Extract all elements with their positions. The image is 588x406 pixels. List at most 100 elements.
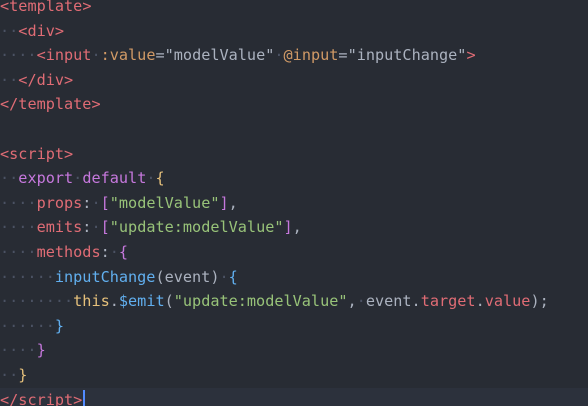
code-token: [: [100, 193, 110, 212]
code-token: event: [365, 292, 412, 311]
code-line[interactable]: ····props:·["modelValue"],: [0, 191, 588, 216]
code-token: "update:modelValue": [109, 218, 284, 237]
code-line[interactable]: ······inputChange(event)·{: [0, 265, 588, 290]
code-line[interactable]: </script>: [0, 387, 588, 406]
indent-guide: ·: [91, 218, 101, 237]
indent-guide: ····: [0, 341, 37, 360]
indent-guide: ········: [0, 292, 74, 311]
code-token: inputChange: [54, 267, 156, 286]
code-token: >: [91, 95, 101, 114]
indent-guide: ·: [274, 46, 284, 65]
code-line[interactable]: ······}: [0, 314, 588, 339]
code-token: export: [18, 169, 74, 188]
code-token: <: [0, 144, 10, 163]
indent-guide: ····: [0, 218, 37, 237]
code-token: script: [18, 390, 74, 406]
indent-guide: ·: [91, 46, 101, 65]
indent-guide: ·: [109, 243, 119, 261]
code-token: ]: [219, 193, 229, 212]
code-token: {: [118, 243, 129, 261]
code-token: (: [164, 292, 174, 311]
code-editor[interactable]: <template> ··<div> ····<input·:value="mode…: [0, 0, 588, 406]
code-token: ]: [283, 218, 293, 237]
indent-guide: ····: [0, 243, 37, 261]
indent-guide: ······: [0, 267, 55, 286]
code-line[interactable]: <template>: [0, 0, 588, 19]
code-token: </: [0, 390, 19, 406]
code-token: >: [64, 70, 74, 89]
text-cursor: [83, 390, 86, 406]
code-token: }: [54, 316, 65, 335]
code-token: div: [36, 70, 65, 89]
code-token: .: [109, 292, 119, 311]
code-token: input: [45, 46, 92, 65]
code-token: <: [0, 0, 10, 15]
code-token: >: [82, 0, 92, 15]
code-token: methods: [36, 243, 101, 261]
code-token: div: [27, 21, 55, 40]
code-token: value: [484, 292, 531, 311]
code-token: >: [64, 144, 74, 163]
code-token: default: [82, 169, 147, 188]
code-line[interactable]: ····}: [0, 338, 588, 363]
code-line[interactable]: ····methods:·{: [0, 240, 588, 265]
code-token: script: [9, 144, 65, 163]
code-line[interactable]: ··</div>: [0, 68, 588, 93]
code-token: "inputChange": [347, 46, 467, 65]
code-token: </: [0, 95, 19, 114]
code-token: props: [36, 193, 83, 212]
code-line[interactable]: ··export·default·{: [0, 166, 588, 191]
code-line[interactable]: [0, 117, 588, 142]
code-token: >: [54, 21, 65, 40]
code-line[interactable]: </template>: [0, 92, 588, 117]
code-token: (event): [155, 267, 220, 286]
indent-guide: ··: [0, 169, 19, 188]
indent-guide: ····: [0, 193, 37, 212]
code-line[interactable]: ··}: [0, 363, 588, 388]
indent-guide: ·: [356, 292, 366, 311]
indent-guide: ··: [0, 70, 19, 89]
code-token: {: [155, 169, 165, 188]
code-token: target: [420, 292, 476, 311]
code-token: ,: [228, 193, 238, 212]
code-token: =: [155, 46, 165, 65]
indent-guide: ·: [91, 193, 101, 212]
indent-guide: ····: [0, 46, 37, 65]
code-token: "update:modelValue": [173, 292, 348, 311]
indent-guide: ·: [73, 169, 83, 188]
code-token: @input: [283, 46, 339, 65]
code-token: this: [73, 292, 110, 311]
code-token: {: [228, 267, 238, 286]
code-token: "modelValue": [164, 46, 275, 65]
code-token: >: [73, 390, 83, 406]
code-token: }: [36, 341, 46, 360]
code-token: $emit: [118, 292, 165, 311]
code-token: .: [411, 292, 421, 311]
code-token: ,: [292, 218, 302, 237]
indent-guide: ·: [219, 267, 229, 286]
code-token: }: [18, 366, 28, 384]
code-token: template: [9, 0, 83, 15]
code-token: emits: [36, 218, 83, 237]
code-token: template: [18, 95, 92, 114]
code-line[interactable]: ········this.$emit("update:modelValue",·…: [0, 289, 588, 314]
code-token: );: [530, 292, 549, 311]
code-token: :: [100, 243, 110, 261]
indent-guide: ··: [0, 366, 19, 384]
code-token: [: [100, 218, 110, 237]
code-token: <: [36, 46, 46, 65]
code-token: >: [466, 46, 476, 65]
indent-guide: ··: [0, 21, 19, 40]
code-line[interactable]: ····<input·:value="modelValue"·@input="i…: [0, 43, 588, 68]
code-line[interactable]: ····emits:·["update:modelValue"],: [0, 215, 588, 240]
code-token: =: [338, 46, 348, 65]
indent-guide: ·: [146, 169, 156, 188]
code-line[interactable]: ··<div>: [0, 19, 588, 44]
code-line[interactable]: <script>: [0, 142, 588, 167]
code-token: .: [475, 292, 485, 311]
indent-guide: ······: [0, 316, 55, 335]
code-token: :value: [100, 46, 156, 65]
code-token: ,: [347, 292, 357, 311]
code-token: "modelValue": [109, 193, 220, 212]
code-token: </: [18, 70, 37, 89]
